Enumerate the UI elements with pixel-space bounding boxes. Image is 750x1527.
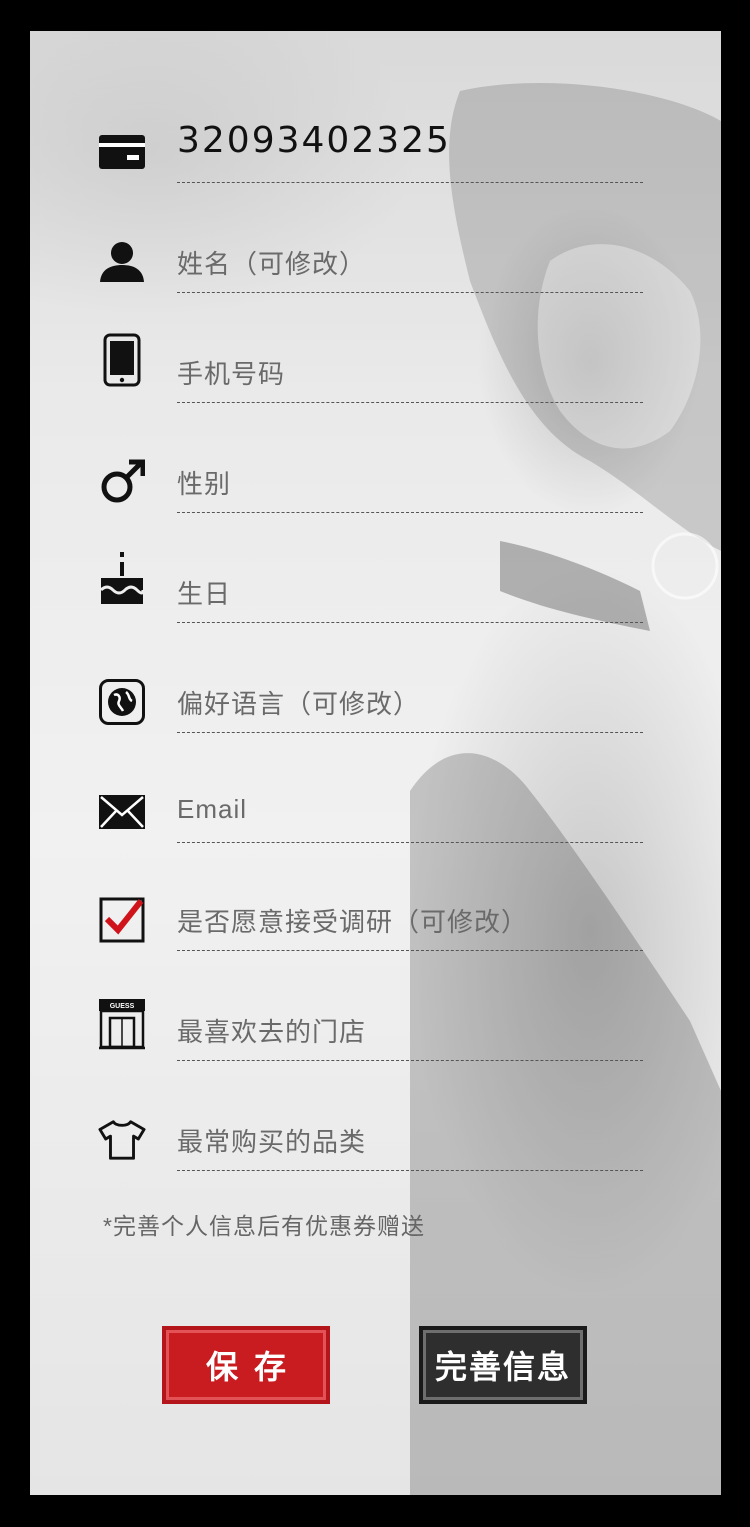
row-divider (177, 622, 643, 623)
phone-field[interactable]: 手机号码 (98, 333, 643, 406)
envelope-icon (98, 788, 146, 836)
favorite-store-label: 最喜欢去的门店 (177, 1017, 367, 1047)
globe-icon (98, 678, 146, 726)
store-icon: GUESS (98, 996, 146, 1052)
row-divider (177, 512, 643, 513)
row-divider (177, 182, 643, 183)
male-icon (98, 458, 146, 506)
gender-field[interactable]: 性别 (98, 456, 643, 516)
background-photo: 32093402325 姓名（可修改） 手机号码 性别 生日 偏好语言（可修改）… (30, 31, 721, 1495)
email-field[interactable]: Email (98, 786, 643, 846)
birthday-label: 生日 (177, 579, 232, 609)
card-icon (98, 128, 146, 176)
language-field[interactable]: 偏好语言（可修改） (98, 676, 643, 736)
row-divider (177, 950, 643, 951)
card-number-row: 32093402325 (98, 120, 643, 186)
category-label: 最常购买的品类 (177, 1127, 367, 1157)
checkbox-checked-icon (98, 896, 146, 944)
birthday-cake-icon (98, 548, 146, 608)
language-label: 偏好语言（可修改） (177, 689, 421, 719)
survey-label: 是否愿意接受调研（可修改） (177, 907, 529, 937)
tshirt-icon (98, 1116, 146, 1164)
name-label: 姓名（可修改） (177, 249, 367, 279)
gender-label: 性别 (177, 469, 232, 499)
row-divider (177, 1170, 643, 1171)
svg-text:GUESS: GUESS (110, 1003, 135, 1010)
phone-icon (98, 332, 146, 388)
card-number: 32093402325 (177, 120, 451, 161)
row-divider (177, 1060, 643, 1061)
name-field[interactable]: 姓名（可修改） (98, 236, 643, 296)
save-button[interactable]: 保存 (162, 1326, 330, 1404)
row-divider (177, 842, 643, 843)
complete-info-button[interactable]: 完善信息 (419, 1326, 587, 1404)
phone-label: 手机号码 (177, 359, 286, 389)
favorite-category-field[interactable]: 最常购买的品类 (98, 1114, 643, 1174)
person-icon (98, 238, 146, 286)
row-divider (177, 292, 643, 293)
survey-field[interactable]: 是否愿意接受调研（可修改） (98, 894, 643, 954)
row-divider (177, 402, 643, 403)
row-divider (177, 732, 643, 733)
coupon-note: *完善个人信息后有优惠券赠送 (103, 1213, 425, 1239)
birthday-field[interactable]: 生日 (98, 552, 643, 626)
email-label: Email (177, 794, 248, 824)
favorite-store-field[interactable]: GUESS 最喜欢去的门店 (98, 999, 643, 1064)
